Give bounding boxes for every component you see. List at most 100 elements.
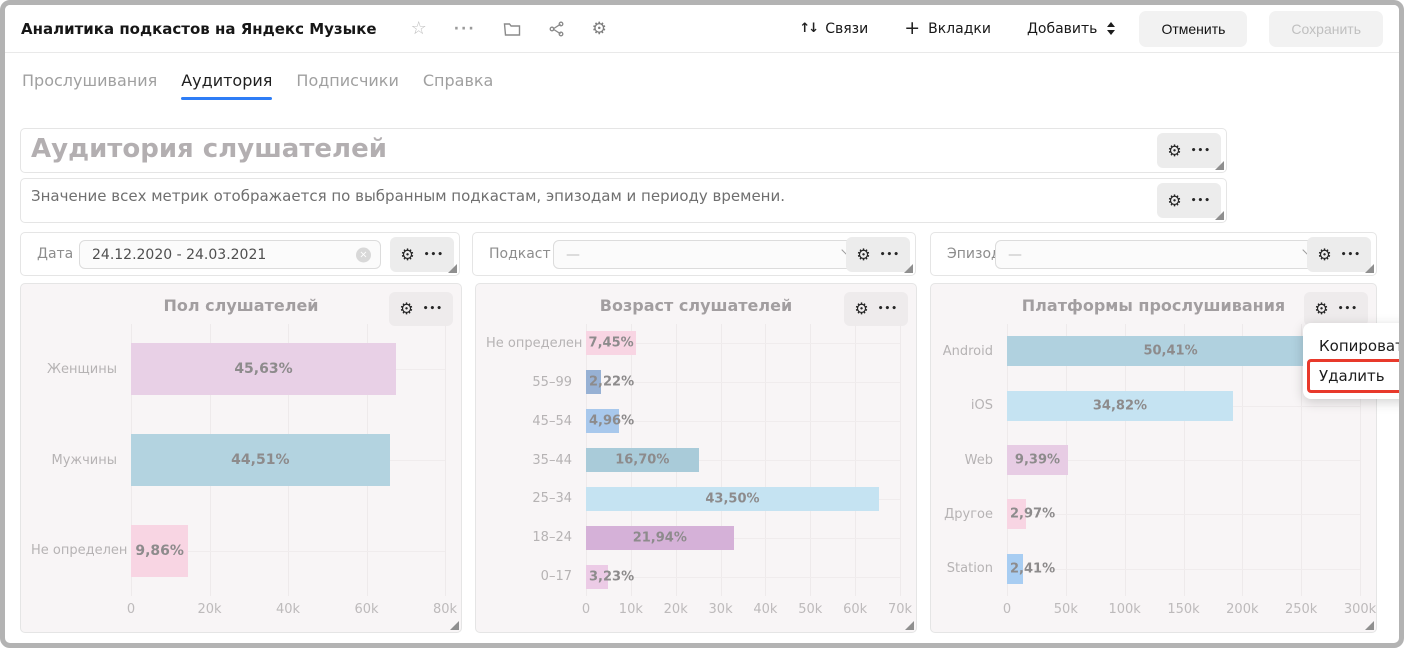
add-button[interactable]: Добавить xyxy=(1027,21,1115,37)
resize-handle[interactable] xyxy=(1215,161,1224,170)
folder-icon[interactable] xyxy=(503,21,521,37)
widget-gear-icon[interactable]: ⚙ xyxy=(1314,301,1328,317)
relations-button[interactable]: ↑↓ Связи xyxy=(799,21,868,37)
age-bar-chart: Не определен7,45%55–992,22%45–544,96%35–… xyxy=(486,324,900,626)
settings-gear-icon[interactable]: ⚙ xyxy=(592,19,607,39)
x-tick-label: 20k xyxy=(664,602,688,617)
section-description: Значение всех метрик отображается по выб… xyxy=(31,187,785,205)
bar-Женщины[interactable]: 45,63% xyxy=(131,343,396,395)
widget-gear-icon[interactable]: ⚙ xyxy=(1167,143,1181,159)
bar-18–24[interactable]: 21,94% xyxy=(586,526,734,550)
widget-menu-icon[interactable]: ••• xyxy=(880,250,900,260)
x-tick-label: 50k xyxy=(798,602,822,617)
date-range-value: 24.12.2020 - 24.03.2021 xyxy=(92,247,266,263)
bar-value-label: 2,22% xyxy=(589,375,634,390)
chart-row: Не определен7,45% xyxy=(486,324,900,363)
save-button[interactable]: Сохранить xyxy=(1269,11,1383,47)
resize-handle[interactable] xyxy=(1365,264,1374,273)
x-tick-label: 80k xyxy=(433,602,457,617)
share-icon[interactable] xyxy=(548,21,565,37)
resize-handle[interactable] xyxy=(450,621,459,630)
relations-label: Связи xyxy=(825,21,868,37)
bar-Android[interactable]: 50,41% xyxy=(1007,336,1334,366)
bar-Мужчины[interactable]: 44,51% xyxy=(131,434,390,486)
bar-25–34[interactable]: 43,50% xyxy=(586,487,879,511)
x-tick-label: 70k xyxy=(888,602,912,617)
widget-gear-icon[interactable]: ⚙ xyxy=(1317,247,1331,263)
category-label: 55–99 xyxy=(486,375,586,390)
x-axis: 020k40k60k80k xyxy=(131,602,445,619)
bar-45–54[interactable]: 4,96% xyxy=(586,409,619,433)
widget-menu-icon[interactable]: ••• xyxy=(878,304,898,314)
widget-gear-icon[interactable]: ⚙ xyxy=(399,301,413,317)
widget-gear-icon[interactable]: ⚙ xyxy=(400,247,414,263)
menu-item-delete[interactable]: Удалить xyxy=(1303,361,1404,391)
tab-spravka[interactable]: Справка xyxy=(423,71,494,100)
x-tick-label: 20k xyxy=(197,602,221,617)
more-options-icon[interactable]: ··· xyxy=(454,21,476,37)
bar-value-label: 21,94% xyxy=(633,530,687,545)
chart-row: Не определен9,86% xyxy=(31,505,445,596)
chart-rows: Не определен7,45%55–992,22%45–544,96%35–… xyxy=(486,324,900,596)
widget-menu-icon[interactable]: ••• xyxy=(1338,304,1358,314)
widget-controls: ⚙ ••• xyxy=(846,237,910,272)
filter-label: Дата xyxy=(37,246,73,262)
menu-item-copy[interactable]: Копировать xyxy=(1303,331,1404,361)
bar-Station[interactable]: 2,41% xyxy=(1007,554,1023,584)
category-label: Android xyxy=(941,344,1007,359)
clear-icon[interactable]: × xyxy=(356,247,371,262)
chart-row: Station2,41% xyxy=(941,542,1360,596)
widget-menu-icon[interactable]: ••• xyxy=(423,304,443,314)
x-tick-label: 30k xyxy=(709,602,733,617)
bar-55–99[interactable]: 2,22% xyxy=(586,370,601,394)
category-label: Женщины xyxy=(31,362,131,377)
resize-handle[interactable] xyxy=(904,264,913,273)
x-tick-label: 250k xyxy=(1285,602,1317,617)
widget-controls: ⚙ ••• xyxy=(1304,292,1368,326)
description-widget: Значение всех метрик отображается по выб… xyxy=(20,178,1227,223)
bar-value-label: 50,41% xyxy=(1143,344,1197,359)
tabs-button[interactable]: + Вкладки xyxy=(904,19,991,38)
tab-proslushivaniya[interactable]: Прослушивания xyxy=(22,71,157,100)
category-label: 18–24 xyxy=(486,530,586,545)
widget-menu-icon[interactable]: ••• xyxy=(424,250,444,260)
bar-0–17[interactable]: 3,23% xyxy=(586,565,608,589)
widget-gear-icon[interactable]: ⚙ xyxy=(856,247,870,263)
widget-menu-icon[interactable]: ••• xyxy=(1341,250,1361,260)
sort-arrows-icon: ↑↓ xyxy=(799,21,817,36)
widget-menu-icon[interactable]: ••• xyxy=(1191,196,1211,206)
x-tick-label: 60k xyxy=(354,602,378,617)
bar-track: 9,86% xyxy=(131,505,445,596)
header-icon-group: ☆ ··· ⚙ xyxy=(411,18,607,39)
gender-bar-chart: Женщины45,63%Мужчины44,51%Не определен9,… xyxy=(31,324,445,626)
tab-auditoriya[interactable]: Аудитория xyxy=(181,71,272,100)
category-label: 25–34 xyxy=(486,491,586,506)
dashboard-title: Аналитика подкастов на Яндекс Музыке xyxy=(21,20,377,38)
cancel-button[interactable]: Отменить xyxy=(1139,11,1247,47)
resize-handle[interactable] xyxy=(905,621,914,630)
bar-35–44[interactable]: 16,70% xyxy=(586,448,699,472)
bar-iOS[interactable]: 34,82% xyxy=(1007,391,1233,421)
bar-Не определен[interactable]: 9,86% xyxy=(131,525,188,577)
bar-value-label: 45,63% xyxy=(234,361,292,377)
widget-gear-icon[interactable]: ⚙ xyxy=(854,301,868,317)
bar-track: 44,51% xyxy=(131,415,445,506)
bar-Не определен[interactable]: 7,45% xyxy=(586,331,636,355)
podcast-select-value: — xyxy=(566,247,580,263)
title-widget: Аудитория слушателей ⚙ ••• xyxy=(20,128,1227,173)
x-tick-label: 0 xyxy=(582,602,590,617)
date-range-input[interactable]: 24.12.2020 - 24.03.2021 × xyxy=(79,240,381,269)
favorite-star-icon[interactable]: ☆ xyxy=(411,18,427,39)
bar-Другое[interactable]: 2,97% xyxy=(1007,499,1026,529)
widget-gear-icon[interactable]: ⚙ xyxy=(1167,193,1181,209)
x-tick-label: 0 xyxy=(127,602,135,617)
widget-menu-icon[interactable]: ••• xyxy=(1191,146,1211,156)
resize-handle[interactable] xyxy=(448,264,457,273)
bar-Web[interactable]: 9,39% xyxy=(1007,445,1068,475)
bar-track: 16,70% xyxy=(586,441,900,480)
resize-handle[interactable] xyxy=(1215,211,1224,220)
widget-controls: ⚙ ••• xyxy=(390,237,454,272)
chart-row: 55–992,22% xyxy=(486,363,900,402)
tab-podpischiki[interactable]: Подписчики xyxy=(296,71,398,100)
resize-handle[interactable] xyxy=(1365,621,1374,630)
